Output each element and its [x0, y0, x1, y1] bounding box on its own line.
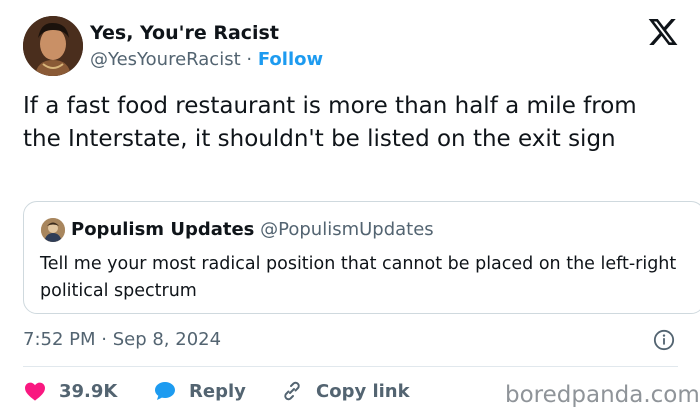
quoted-author-avatar[interactable]: [41, 218, 65, 242]
info-icon[interactable]: [653, 329, 675, 351]
copy-link-button[interactable]: Copy link: [280, 376, 410, 406]
quoted-handle: @PopulismUpdates: [260, 219, 434, 240]
follow-button[interactable]: Follow: [258, 49, 323, 70]
separator-dot: ·: [246, 49, 253, 70]
link-icon: [284, 381, 300, 401]
author-handle-line: @YesYoureRacist · Follow: [90, 47, 323, 73]
author-handle[interactable]: @YesYoureRacist: [90, 49, 241, 70]
tweet-timestamp[interactable]: 7:52 PM · Sep 8, 2024: [23, 327, 221, 353]
author-avatar[interactable]: [23, 16, 83, 76]
speech-bubble-icon: [155, 382, 175, 400]
quoted-display-name: Populism Updates: [71, 219, 255, 240]
reply-button[interactable]: Reply: [153, 376, 246, 406]
tweet-text: If a fast food restaurant is more than h…: [23, 93, 637, 152]
author-info: Yes, You're Racist @YesYoureRacist · Fol…: [90, 21, 323, 73]
tweet-header: Yes, You're Racist @YesYoureRacist · Fol…: [23, 16, 683, 78]
quoted-text: Tell me your most radical position that …: [40, 254, 677, 301]
reply-label: Reply: [189, 380, 246, 402]
like-button[interactable]: 39.9K: [23, 376, 117, 406]
quoted-header: Populism Updates @PopulismUpdates: [71, 217, 434, 243]
divider: [23, 366, 678, 367]
quoted-tweet[interactable]: Populism Updates @PopulismUpdates Tell m…: [23, 201, 700, 314]
heart-icon: [25, 382, 45, 401]
author-display-name[interactable]: Yes, You're Racist: [90, 21, 323, 45]
watermark: boredpanda.com: [505, 382, 700, 408]
copy-link-label: Copy link: [316, 380, 410, 402]
like-count: 39.9K: [59, 380, 118, 402]
x-logo-icon[interactable]: [647, 16, 679, 48]
